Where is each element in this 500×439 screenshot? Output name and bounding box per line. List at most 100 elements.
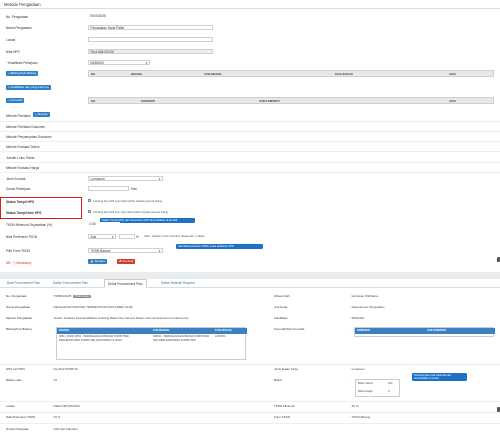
th-no: NO. xyxy=(91,99,96,103)
bobot-harga-label: Bobot Harga xyxy=(358,390,373,393)
lokasi-label: Lokasi xyxy=(6,38,16,42)
jenis-kontrak-select[interactable]: Lumpsum ▾ xyxy=(88,176,163,181)
mandatory-note: NB : *) Mandatory xyxy=(6,261,32,265)
chevron-down-icon: ▾ xyxy=(111,234,114,239)
tab-detail[interactable]: Detail Procurement Plan xyxy=(104,279,147,288)
detail-no-label: No. Pengadaan xyxy=(6,294,27,298)
form-tkdn-select[interactable]: TKDN Barang ▾ xyxy=(88,248,163,253)
colon: : xyxy=(350,378,351,382)
bidang-table-header: NO. BIDANG SUB BIDANG KUALIFIKASI AKSI xyxy=(88,70,494,77)
nilai-hps-input: Rp.6,666,000.00 xyxy=(88,49,213,54)
detail-nama-label: Nama Pengadaan xyxy=(6,305,31,309)
klasifikasi-select[interactable]: BARANG ▾ xyxy=(88,60,150,65)
durasi-detail-value: : 120 Hari Kalender xyxy=(52,427,78,431)
hps-text: Rp.26,078,895.00 xyxy=(53,367,78,371)
detail-no-value: : 79/BKS/2025 Prainvestasi xyxy=(52,294,91,298)
form-tkdn-selected: TKDN Barang xyxy=(90,248,111,253)
th-sub-komoditi: SUB KOMODITI xyxy=(259,99,280,103)
batas-lulus-label: Batas Lulus xyxy=(6,378,22,382)
bobot-teknis-label: Bobot Teknis xyxy=(358,381,373,385)
batas-lulus-value: : 70 xyxy=(52,378,58,382)
dibuat-value: : Himawan Widiharso xyxy=(350,294,379,298)
detail-tooltip: Disembunyikan Jika Tidak Ada dan dinonak… xyxy=(412,373,467,382)
tkdn-pref-value-input[interactable] xyxy=(119,234,135,239)
form-tkdn-detail-label: Form TKDN xyxy=(274,415,290,419)
th-sub-komoditi: SUB KOMODITI xyxy=(425,328,495,334)
add-kualifikasi-button[interactable]: + Kualifikasi dan yang Lainnya xyxy=(6,85,51,91)
komoditi-detail-label: Komoditi/Sub Komoditi xyxy=(274,327,305,331)
detail-metode-value: : Tender Terbatas Pascakualifikasi Amban… xyxy=(52,316,189,320)
metode-dokumen-label: Metode Penilaian Dokumen xyxy=(6,125,46,129)
detail-metode-text: Tender Terbatas Pascakualifikasi Ambang … xyxy=(53,316,189,320)
tkdn-pref-select[interactable]: Ada ▾ xyxy=(88,234,116,239)
tkdn-pref-label: Nilai Preferensi TKDN xyxy=(6,235,38,239)
hps-label: HPS Incl PPN xyxy=(6,367,25,371)
chevron-down-icon: ▾ xyxy=(145,60,148,65)
pref-detail-label: Nilai Preferensi TKDN xyxy=(6,415,36,419)
unit-value: : Departemen Pengadaan xyxy=(350,305,385,309)
komoditi-table-header: NO. KOMODITI SUB KOMODITI AKSI xyxy=(88,97,494,104)
procurement-form-card xyxy=(0,0,500,272)
metode-evaluasi-harga-label: Metode Evaluasi Harga xyxy=(6,166,40,170)
metode-penilaian-label: Metode Penilaian xyxy=(6,114,31,118)
tkdn-min-input[interactable]: 0.00 xyxy=(88,222,120,227)
durasi-text: 120 Hari Kalender xyxy=(53,427,78,431)
no-pengadaan-value: 75/XII/2025 xyxy=(89,14,106,18)
detail-bidang-label: Bidang/Sub Bidang xyxy=(6,327,32,331)
batas-lulus-text: 70 xyxy=(53,378,58,382)
simpan-button[interactable]: 💾 Simpan xyxy=(88,259,107,265)
status-hps-note: Centang jika HPS ingin ditampilkan kepad… xyxy=(93,199,163,203)
status-item-checkbox[interactable] xyxy=(88,210,92,214)
form-tkdn-text: TKDN Barang xyxy=(351,415,371,419)
add-metode-button[interactable]: + Metode xyxy=(33,112,50,118)
jenis-kontrak-selected: Lumpsum xyxy=(90,176,105,181)
kembali-button[interactable]: ✖ Kembali xyxy=(117,259,136,265)
kembali-label: Kembali xyxy=(122,259,134,263)
hps-value: : Rp.26,078,895.00 xyxy=(52,367,78,371)
th-komoditi: KOMODITI xyxy=(355,328,425,334)
durasi-input[interactable] xyxy=(88,186,129,191)
colon: : xyxy=(52,327,53,331)
th-no: NO. xyxy=(91,72,96,76)
sub-bidang-cell: 046511 - PERDAGANGAN BESAR KOMPUTER DAN … xyxy=(153,335,209,342)
kualifikasi-cell: LAINNYA xyxy=(215,335,226,338)
th-aksi: AKSI xyxy=(449,99,456,103)
status-hps-checkbox[interactable] xyxy=(88,199,92,203)
form-tkdn-label: Pilih Form TKDN xyxy=(6,249,30,253)
tkdn-min-detail-value: : 25 % xyxy=(350,404,359,408)
unit-text: Departemen Pengadaan xyxy=(351,305,385,309)
status-item-label: Status Tampil Item HPS xyxy=(6,211,42,215)
lokasi-detail-value: : PIER INDUSTRIAN xyxy=(52,404,80,408)
pref-detail-value: : 25 % xyxy=(52,415,61,419)
lokasi-input[interactable] xyxy=(88,37,213,42)
klasifikasi-text: BARANG xyxy=(351,316,365,320)
durasi-label: Durasi Pekerjaan xyxy=(6,187,31,191)
tab-buat[interactable]: Buat Procurement Plan xyxy=(4,279,43,288)
bidang-cell: [KBLI_2020] 04651 - PERDAGANGAN BESAR KO… xyxy=(59,335,130,342)
tab-material[interactable]: Daftar Material Request xyxy=(158,279,198,288)
jumlah-lulus-label: Jumlah Lulus Teknis xyxy=(6,156,35,160)
form-tkdn-detail-value: : TKDN Barang xyxy=(350,415,371,419)
add-bidang-button[interactable]: + Bidang/Sub Bidang xyxy=(6,71,39,77)
tkdn-note: Note : Abaikan untuk nilai item dibawa R… xyxy=(144,235,205,238)
jenis-text: Lumpsum xyxy=(351,367,365,371)
page-header: Metode Pengadaan xyxy=(0,0,500,9)
tkdn-pref-selected: Ada xyxy=(90,234,97,239)
nama-pengadaan-input[interactable]: Pengadaan Hand Pallet xyxy=(88,25,213,30)
lokasi-text: PIER INDUSTRIAN xyxy=(53,404,80,408)
tkdn-min-label: TKDN Minimum Disyaratkan (%) xyxy=(6,223,53,227)
nilai-hps-label: Nilai HPS xyxy=(6,50,20,54)
th-aksi: AKSI xyxy=(449,72,456,76)
add-komoditi-button[interactable]: + Komoditi xyxy=(6,98,25,104)
detail-nama-value: : PENGADAAN INDOOR TERMINATION DAN KABEL… xyxy=(52,305,133,309)
th-komoditi: KOMODITI xyxy=(141,99,155,103)
komoditi-detail-table: KOMODITI SUB KOMODITI xyxy=(354,327,495,337)
durasi-unit: Hari xyxy=(131,187,137,191)
jenis-ikatan-value: : Lumpsum xyxy=(350,367,365,371)
th-kualifikasi: KUALIFIKASI xyxy=(213,328,247,334)
tab-daftar[interactable]: Daftar Procurement Plan xyxy=(50,279,91,288)
klasifikasi-detail-label: Klasifikasi xyxy=(274,316,288,320)
bobot-table: Bobot Teknis 100 Bobot Harga 0 xyxy=(355,379,400,397)
klasifikasi-label-text: Klasifikasi Pekerjaan xyxy=(8,61,38,65)
detail-no-text: 79/BKS/2025 xyxy=(53,294,72,298)
